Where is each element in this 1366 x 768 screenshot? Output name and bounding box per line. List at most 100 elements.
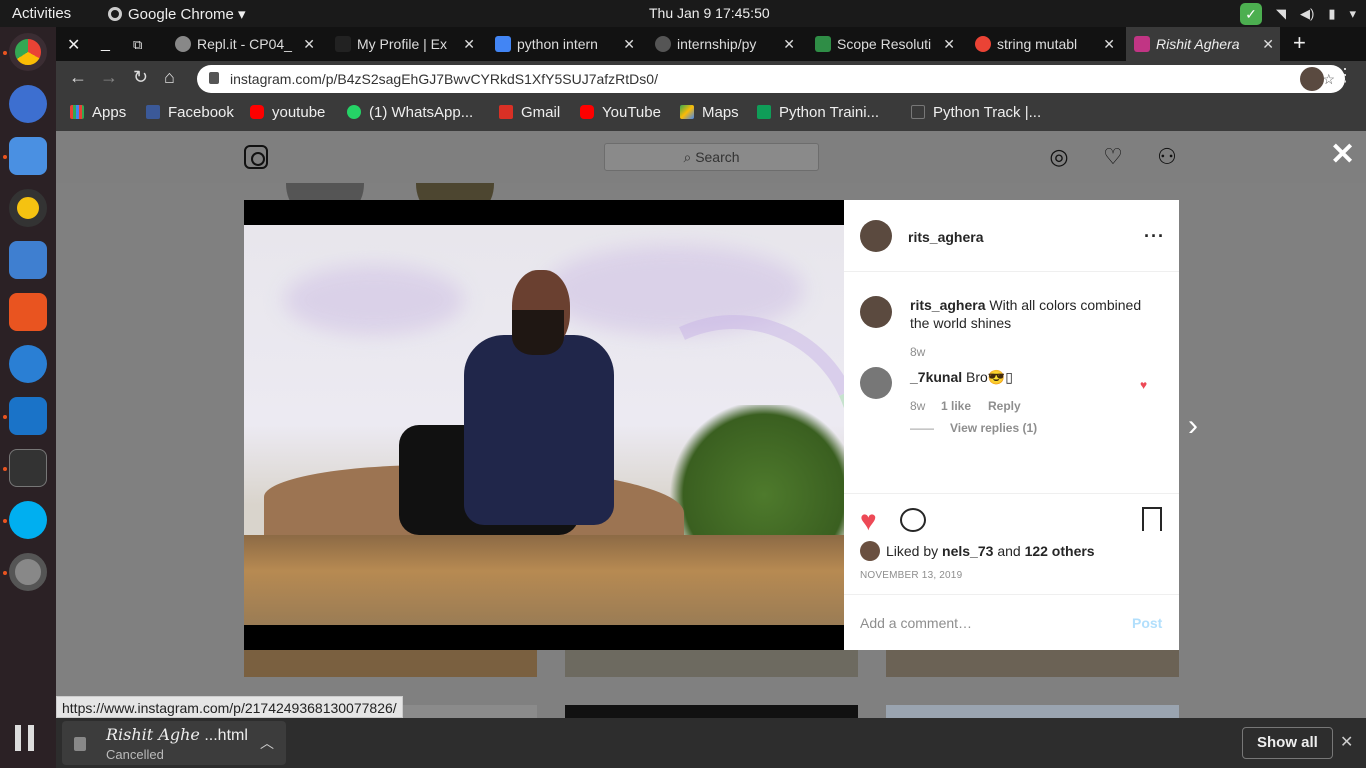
liker-avatar[interactable] bbox=[860, 541, 880, 561]
bookmark-whatsapp[interactable]: (1) WhatsApp... bbox=[347, 104, 473, 121]
more-options-icon[interactable]: ··· bbox=[1144, 226, 1165, 247]
vscode-icon[interactable] bbox=[9, 397, 47, 435]
help-icon[interactable] bbox=[9, 345, 47, 383]
chrome-launcher-icon[interactable] bbox=[9, 33, 47, 71]
bookmark-star-icon[interactable]: ☆ bbox=[1322, 65, 1335, 93]
comment-username[interactable]: _7kunal bbox=[910, 369, 962, 385]
activities-button[interactable]: Activities bbox=[12, 5, 71, 22]
clock[interactable]: Thu Jan 9 17:45:50 bbox=[649, 5, 770, 21]
tab-scope-resolution[interactable]: Scope Resoluti ✕ bbox=[807, 27, 961, 61]
new-tab-button[interactable]: + bbox=[1293, 30, 1306, 56]
tab-close-icon[interactable]: ✕ bbox=[303, 27, 315, 61]
grid-thumbnail[interactable] bbox=[565, 705, 858, 718]
tray-menu-icon: ▾ bbox=[1349, 6, 1356, 21]
lock-icon[interactable] bbox=[209, 72, 219, 84]
show-all-button[interactable]: Show all bbox=[1242, 727, 1333, 759]
skype-icon[interactable] bbox=[9, 501, 47, 539]
close-modal-icon[interactable]: ✕ bbox=[1330, 137, 1355, 172]
download-filename-rest: ...html bbox=[204, 727, 248, 744]
close-download-shelf-icon[interactable]: ✕ bbox=[1340, 732, 1353, 752]
bookmark-youtube[interactable]: YouTube bbox=[580, 104, 661, 121]
tab-close-icon[interactable]: ✕ bbox=[463, 27, 475, 61]
bookmark-python-track[interactable]: Python Track |... bbox=[911, 104, 1041, 121]
search-input[interactable]: ⌕ Search bbox=[604, 143, 819, 171]
tab-github-internship[interactable]: internship/py ✕ bbox=[647, 27, 801, 61]
liked-by-user[interactable]: nels_73 bbox=[942, 543, 993, 559]
caption-time[interactable]: 8w bbox=[910, 345, 925, 359]
caption-avatar[interactable] bbox=[860, 296, 892, 328]
commenter-avatar[interactable] bbox=[860, 367, 892, 399]
tab-label: Repl.it - CP04_ bbox=[197, 36, 292, 52]
author-avatar[interactable] bbox=[860, 220, 892, 252]
app-menu[interactable]: Google Chrome ▾ bbox=[108, 5, 246, 23]
view-replies-button[interactable]: View replies (1) bbox=[950, 421, 1037, 435]
bookmark-maps[interactable]: Maps bbox=[680, 104, 739, 121]
restore-window-icon[interactable]: ⧉ bbox=[133, 37, 142, 53]
comment-time[interactable]: 8w bbox=[910, 399, 925, 413]
explore-compass-icon[interactable]: ◎ bbox=[1046, 144, 1072, 170]
software-center-icon[interactable] bbox=[9, 293, 47, 331]
forward-icon[interactable]: → bbox=[100, 67, 118, 88]
tab-close-icon[interactable]: ✕ bbox=[783, 27, 795, 61]
system-tray[interactable]: ✓ ◥ ◀) ▮ ▾ bbox=[1239, 3, 1356, 25]
comment-like-heart-icon[interactable]: ♥ bbox=[1140, 378, 1147, 392]
post-photo[interactable] bbox=[244, 200, 844, 650]
caption-username[interactable]: rits_aghera bbox=[910, 297, 985, 313]
bookmark-gmail[interactable]: Gmail bbox=[499, 104, 560, 121]
bookmark-youtube-lower[interactable]: youtube bbox=[250, 104, 325, 121]
close-window-icon[interactable]: ✕ bbox=[67, 35, 80, 55]
terminal-icon[interactable] bbox=[9, 449, 47, 487]
rhythmbox-icon[interactable] bbox=[9, 189, 47, 227]
add-comment-input[interactable]: Add a comment… bbox=[860, 615, 972, 631]
address-bar[interactable]: instagram.com/p/B4zS2sagEhGJ7BwvCYRkdS1X… bbox=[197, 65, 1345, 93]
comment-reply-button[interactable]: Reply bbox=[988, 399, 1021, 413]
facebook-icon bbox=[146, 105, 160, 119]
minimize-window-icon[interactable]: _ bbox=[101, 35, 110, 53]
grid-thumbnail[interactable] bbox=[886, 705, 1179, 718]
profile-avatar[interactable] bbox=[1300, 67, 1324, 91]
instagram-header: ⌕ Search ◎ ♡ ⚇ bbox=[56, 131, 1366, 183]
next-post-chevron-icon[interactable]: › bbox=[1188, 409, 1198, 443]
tab-string-mutable[interactable]: string mutabl ✕ bbox=[967, 27, 1121, 61]
post-date[interactable]: NOVEMBER 13, 2019 bbox=[860, 570, 962, 581]
tab-close-icon[interactable]: ✕ bbox=[1262, 27, 1274, 61]
back-icon[interactable]: ← bbox=[69, 67, 87, 88]
github-icon bbox=[655, 36, 671, 52]
tab-replit[interactable]: Repl.it - CP04_ ✕ bbox=[167, 27, 321, 61]
comment-bubble-icon[interactable] bbox=[900, 508, 926, 532]
liked-by-others[interactable]: 122 others bbox=[1025, 543, 1095, 559]
tab-instagram-active[interactable]: Rishit Aghera ✕ bbox=[1126, 27, 1280, 61]
save-bookmark-icon[interactable] bbox=[1142, 507, 1162, 531]
tab-close-icon[interactable]: ✕ bbox=[1103, 27, 1115, 61]
grid-thumbnail[interactable] bbox=[244, 650, 537, 677]
bookmark-apps[interactable]: Apps bbox=[70, 104, 126, 121]
instagram-logo-icon[interactable] bbox=[244, 145, 268, 169]
tab-close-icon[interactable]: ✕ bbox=[943, 27, 955, 61]
whatsapp-icon bbox=[347, 105, 361, 119]
author-username[interactable]: rits_aghera bbox=[908, 229, 983, 245]
comment-likes[interactable]: 1 like bbox=[941, 399, 971, 413]
tab-close-icon[interactable]: ✕ bbox=[623, 27, 635, 61]
like-heart-icon[interactable]: ♥ bbox=[860, 505, 877, 537]
reload-icon[interactable]: ↻ bbox=[133, 67, 148, 88]
profile-person-icon[interactable]: ⚇ bbox=[1154, 144, 1180, 170]
settings-icon[interactable] bbox=[9, 553, 47, 591]
thunderbird-icon[interactable] bbox=[9, 85, 47, 123]
grid-thumbnail[interactable] bbox=[565, 650, 858, 677]
writer-icon[interactable] bbox=[9, 241, 47, 279]
activity-heart-icon[interactable]: ♡ bbox=[1100, 144, 1126, 170]
file-icon bbox=[74, 737, 86, 751]
bookmark-facebook[interactable]: Facebook bbox=[146, 104, 234, 121]
bookmark-python-training[interactable]: Python Traini... bbox=[757, 104, 879, 121]
grid-thumbnail[interactable] bbox=[886, 650, 1179, 677]
download-item[interactable]: Rishit Aghe ...html Cancelled ︿ bbox=[62, 721, 286, 765]
security-shield-icon[interactable]: ✓ bbox=[1239, 3, 1262, 25]
show-apps-icon[interactable] bbox=[15, 725, 41, 751]
chevron-up-icon[interactable]: ︿ bbox=[260, 733, 274, 753]
home-icon[interactable]: ⌂ bbox=[164, 67, 175, 88]
chrome-menu-icon[interactable]: ⋮ bbox=[1336, 65, 1354, 86]
tab-python-internship[interactable]: python intern ✕ bbox=[487, 27, 641, 61]
post-comment-button[interactable]: Post bbox=[1132, 615, 1162, 631]
tab-my-profile[interactable]: My Profile | Ex ✕ bbox=[327, 27, 481, 61]
files-icon[interactable] bbox=[9, 137, 47, 175]
